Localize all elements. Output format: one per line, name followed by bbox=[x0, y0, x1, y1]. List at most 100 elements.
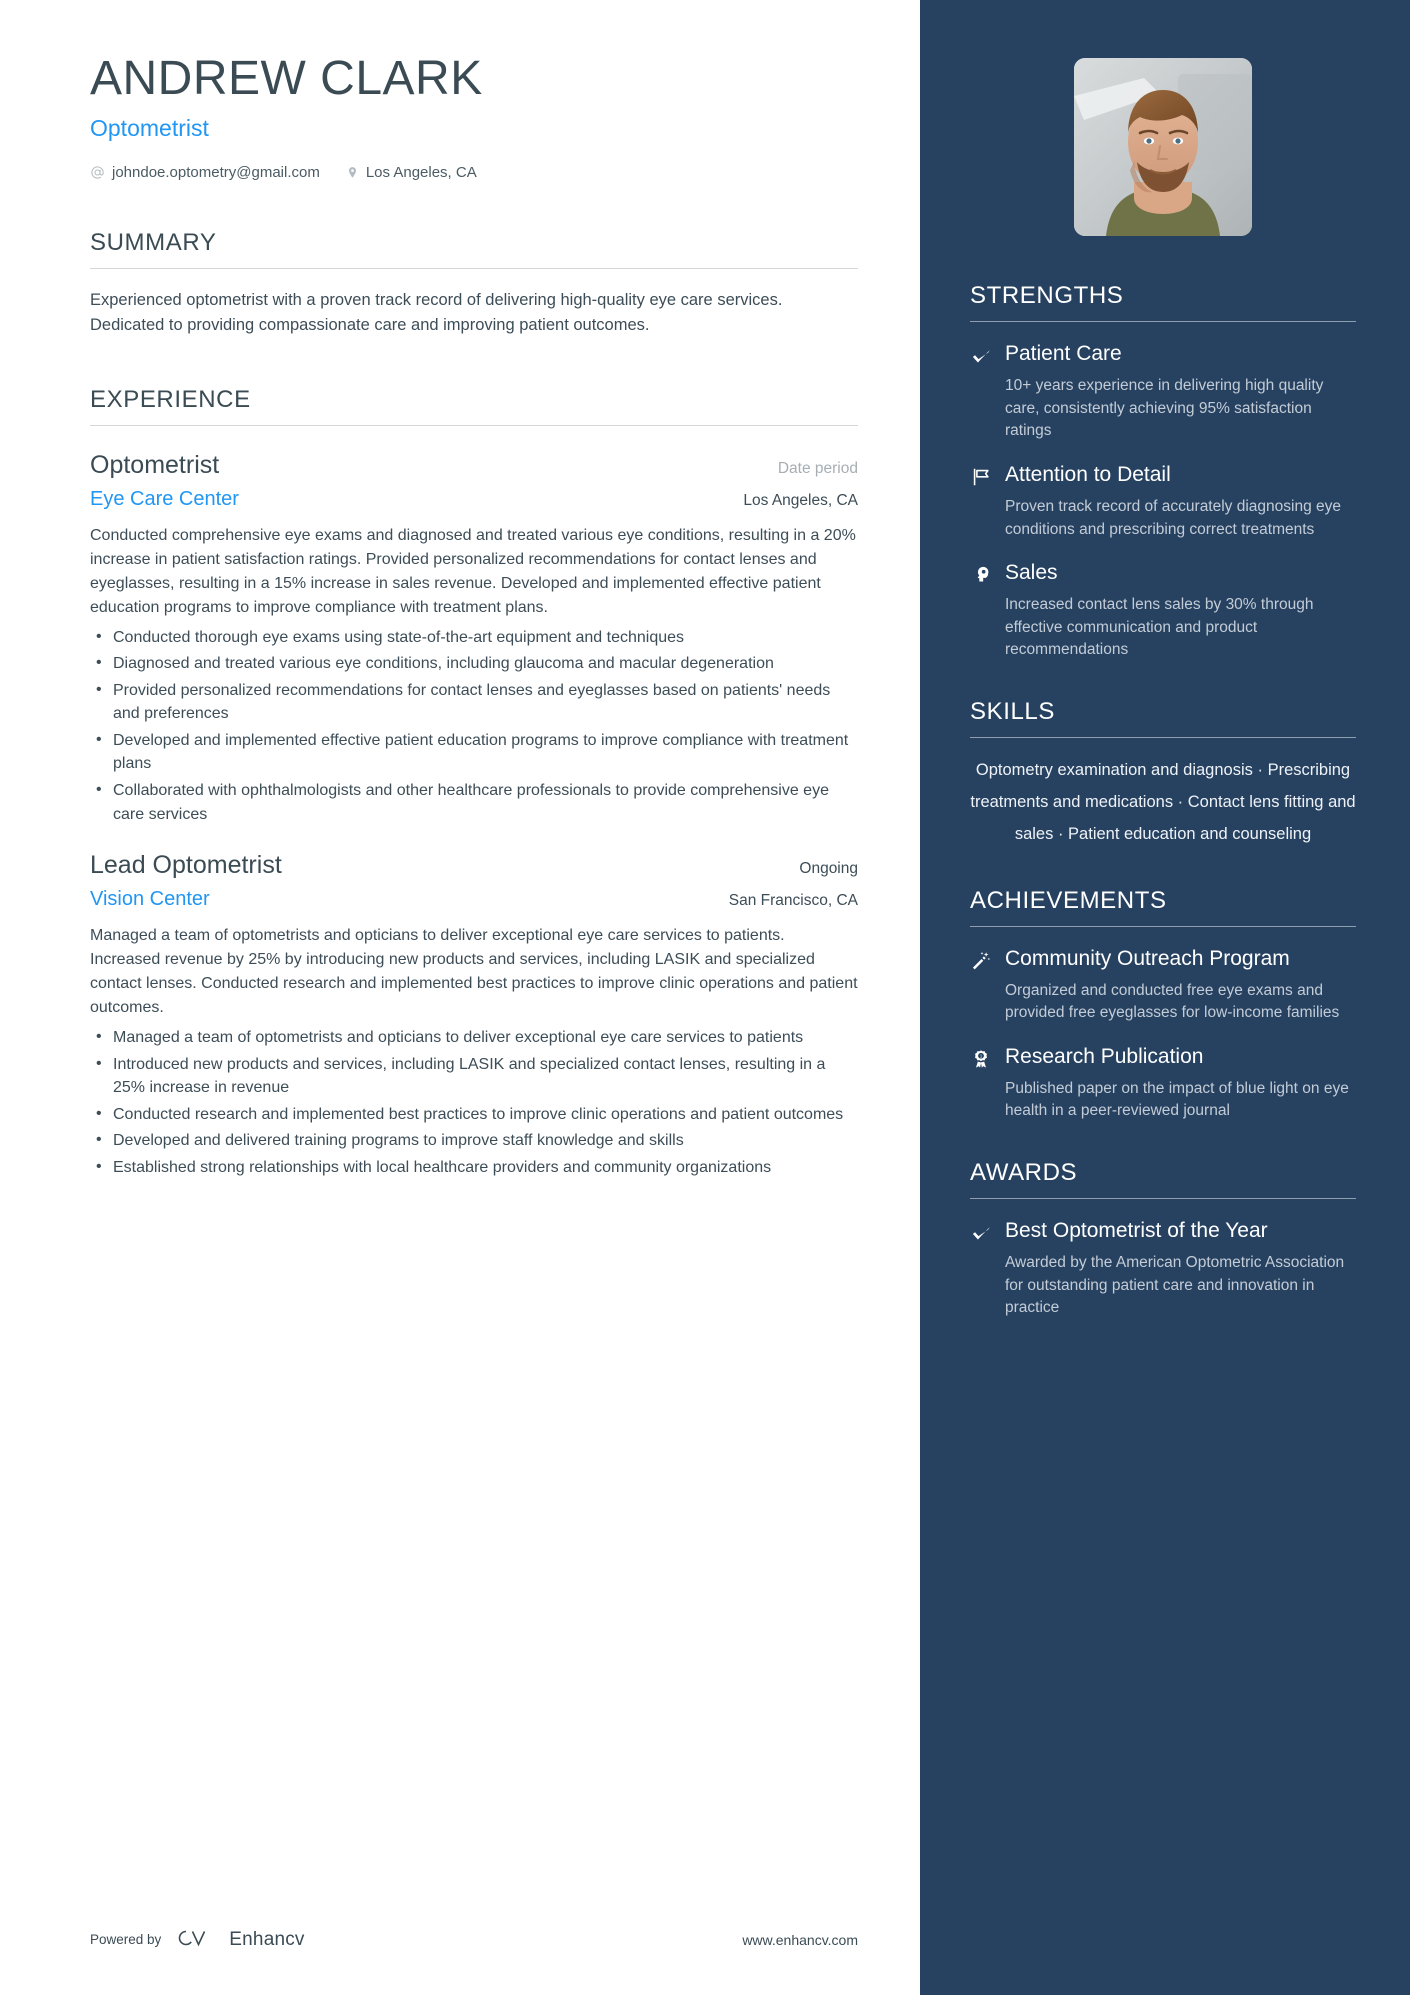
experience-bullet: Collaborated with ophthalmologists and o… bbox=[90, 778, 858, 826]
achievement-item-description: Published paper on the impact of blue li… bbox=[1005, 1079, 1349, 1120]
strength-item: Patient Care 10+ years experience in del… bbox=[970, 342, 1356, 443]
achievement-item-header: Community Outreach Program bbox=[970, 947, 1356, 974]
award-ribbon-icon: 1 bbox=[970, 1046, 992, 1072]
achievement-item-label: Community Outreach Program bbox=[1005, 946, 1290, 970]
footer-brand-name: Enhancv bbox=[229, 1928, 305, 1950]
footer-website[interactable]: www.enhancv.com bbox=[742, 1932, 858, 1948]
awards-heading: AWARDS bbox=[970, 1159, 1078, 1187]
achievement-item-label: Research Publication bbox=[1005, 1044, 1204, 1068]
achievement-item: Community Outreach Program Organized and… bbox=[970, 947, 1356, 1025]
at-sign-icon bbox=[90, 165, 105, 180]
experience-role: Optometrist bbox=[90, 450, 220, 479]
experience-section: EXPERIENCE Optometrist Date period Eye C… bbox=[90, 386, 858, 1179]
skill-separator: · bbox=[1053, 825, 1069, 844]
candidate-job-title: Optometrist bbox=[90, 114, 209, 141]
experience-bullet-list: Conducted thorough eye exams using state… bbox=[90, 625, 858, 826]
resume-page: ANDREW CLARK Optometrist johndoe.optomet… bbox=[0, 0, 1410, 1995]
strengths-list: Patient Care 10+ years experience in del… bbox=[970, 342, 1356, 662]
skill-item: Optometry examination and diagnosis bbox=[975, 761, 1253, 779]
skills-list: Optometry examination and diagnosis · Pr… bbox=[970, 754, 1356, 851]
achievements-list: Community Outreach Program Organized and… bbox=[970, 947, 1356, 1124]
candidate-name: ANDREW CLARK bbox=[90, 52, 483, 105]
skills-heading: SKILLS bbox=[970, 698, 1055, 725]
check-icon bbox=[970, 343, 992, 369]
header-block: ANDREW CLARK Optometrist johndoe.optomet… bbox=[90, 52, 858, 181]
experience-role: Lead Optometrist bbox=[90, 851, 282, 880]
strength-item-description: 10+ years experience in delivering high … bbox=[1005, 377, 1324, 440]
strengths-section: STRENGTHS Patient Care 10+ years experie… bbox=[970, 282, 1356, 662]
experience-location: San Francisco, CA bbox=[728, 892, 858, 910]
experience-entry-header: Optometrist Date period bbox=[90, 450, 858, 480]
strength-item: Attention to Detail Proven track record … bbox=[970, 463, 1356, 541]
avatar bbox=[1074, 58, 1252, 236]
experience-bullet: Diagnosed and treated various eye condit… bbox=[90, 651, 858, 676]
magic-wand-icon bbox=[970, 948, 992, 974]
experience-list: Optometrist Date period Eye Care Center … bbox=[90, 450, 858, 1179]
experience-bullet: Conducted thorough eye exams using state… bbox=[90, 625, 858, 650]
profile-photo-wrap bbox=[970, 58, 1356, 236]
experience-bullet: Developed and implemented effective pati… bbox=[90, 728, 858, 776]
strength-item-label: Patient Care bbox=[1005, 342, 1122, 365]
contact-email[interactable]: johndoe.optometry@gmail.com bbox=[90, 164, 320, 181]
experience-bullet: Established strong relationships with lo… bbox=[90, 1155, 858, 1180]
skills-section: SKILLS Optometry examination and diagnos… bbox=[970, 698, 1356, 851]
experience-location: Los Angeles, CA bbox=[743, 491, 858, 509]
summary-divider bbox=[90, 267, 858, 269]
award-item-label: Best Optometrist of the Year bbox=[1005, 1219, 1268, 1243]
check-icon bbox=[970, 1220, 992, 1246]
skills-divider bbox=[970, 737, 1356, 738]
contact-location-text: Los Angeles, CA bbox=[365, 163, 477, 181]
contact-row: johndoe.optometry@gmail.com Los Angeles,… bbox=[90, 164, 858, 181]
strength-item-header: Sales bbox=[970, 561, 1356, 588]
award-item-header: Best Optometrist of the Year bbox=[970, 1219, 1356, 1246]
achievement-item-description: Organized and conducted free eye exams a… bbox=[1005, 981, 1340, 1022]
enhancv-logo-icon bbox=[173, 1926, 217, 1953]
experience-divider bbox=[90, 424, 858, 426]
achievements-section: ACHIEVEMENTS Community Outreach Program … bbox=[970, 887, 1356, 1124]
flag-icon bbox=[970, 464, 992, 490]
experience-company[interactable]: Vision Center bbox=[90, 888, 210, 911]
award-item: Best Optometrist of the Year Awarded by … bbox=[970, 1219, 1356, 1320]
strength-item: Sales Increased contact lens sales by 30… bbox=[970, 561, 1356, 662]
page-footer: Powered by Enhancv www.enhancv.com bbox=[90, 1926, 858, 1953]
map-pin-icon bbox=[346, 165, 359, 180]
awards-divider bbox=[970, 1198, 1356, 1200]
summary-section: SUMMARY Experienced optometrist with a p… bbox=[90, 229, 858, 338]
experience-heading: EXPERIENCE bbox=[90, 385, 251, 413]
experience-date: Ongoing bbox=[799, 860, 858, 878]
achievement-item-header: 1 Research Publication bbox=[970, 1045, 1356, 1072]
achievements-divider bbox=[970, 925, 1356, 927]
achievement-item: 1 Research Publication Published paper o… bbox=[970, 1045, 1356, 1123]
avatar-image bbox=[1074, 58, 1252, 236]
sidebar: STRENGTHS Patient Care 10+ years experie… bbox=[920, 0, 1410, 1995]
strength-item-header: Attention to Detail bbox=[970, 463, 1356, 490]
experience-entry: Lead Optometrist Ongoing Vision Center S… bbox=[90, 850, 858, 1179]
skill-separator: · bbox=[1173, 793, 1188, 812]
achievements-heading: ACHIEVEMENTS bbox=[970, 886, 1167, 914]
experience-date: Date period bbox=[777, 459, 858, 477]
skill-separator: · bbox=[1252, 761, 1268, 779]
strength-item-label: Attention to Detail bbox=[1005, 462, 1171, 486]
summary-text: Experienced optometrist with a proven tr… bbox=[90, 290, 783, 334]
experience-entry-subheader: Eye Care Center Los Angeles, CA bbox=[90, 488, 858, 511]
strength-item-description: Increased contact lens sales by 30% thro… bbox=[1005, 596, 1314, 659]
award-item-description: Awarded by the American Optometric Assoc… bbox=[1005, 1254, 1345, 1317]
main-column: ANDREW CLARK Optometrist johndoe.optomet… bbox=[0, 0, 920, 1995]
footer-branding: Powered by Enhancv bbox=[90, 1926, 305, 1953]
experience-company[interactable]: Eye Care Center bbox=[90, 488, 239, 511]
skill-item: Patient education and counseling bbox=[1068, 825, 1312, 844]
experience-entry-header: Lead Optometrist Ongoing bbox=[90, 850, 858, 880]
strength-item-label: Sales bbox=[1005, 561, 1058, 585]
contact-location: Los Angeles, CA bbox=[346, 164, 477, 181]
experience-bullet: Managed a team of optometrists and optic… bbox=[90, 1025, 858, 1050]
experience-bullet: Provided personalized recommendations fo… bbox=[90, 678, 858, 726]
experience-bullet-list: Managed a team of optometrists and optic… bbox=[90, 1025, 858, 1180]
head-profile-icon bbox=[970, 562, 992, 588]
contact-email-text: johndoe.optometry@gmail.com bbox=[112, 163, 320, 181]
strengths-divider bbox=[970, 321, 1356, 322]
experience-bullet: Conducted research and implemented best … bbox=[90, 1102, 858, 1127]
awards-list: Best Optometrist of the Year Awarded by … bbox=[970, 1219, 1356, 1320]
experience-description: Managed a team of optometrists and optic… bbox=[90, 927, 858, 1017]
experience-bullet: Developed and delivered training program… bbox=[90, 1128, 858, 1153]
strength-item-description: Proven track record of accurately diagno… bbox=[1005, 497, 1342, 538]
